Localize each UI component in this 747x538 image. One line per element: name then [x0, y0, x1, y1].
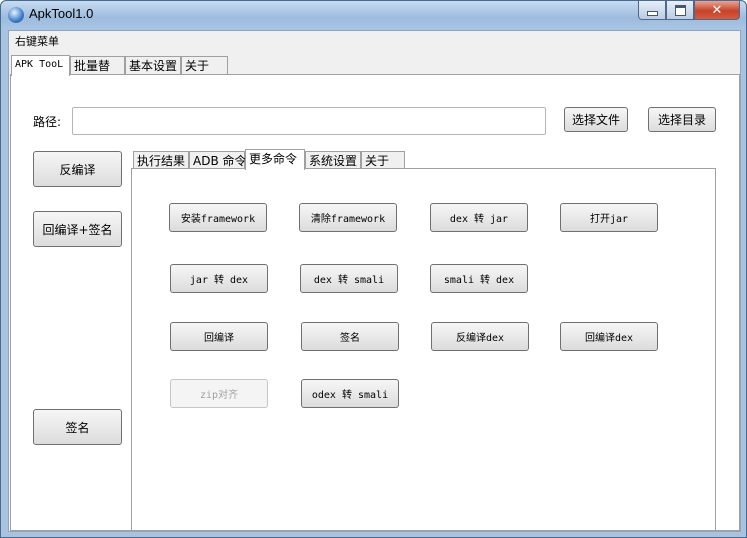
recompile-button[interactable]: 回编译 — [170, 322, 268, 351]
tab-more-commands[interactable]: 更多命令 — [245, 149, 305, 170]
path-input[interactable] — [72, 107, 546, 135]
more-commands-panel: 安装framework 清除framework dex 转 jar 打开jar … — [131, 168, 716, 531]
install-framework-button[interactable]: 安装framework — [169, 203, 267, 232]
smali-to-dex-button[interactable]: smali 转 dex — [430, 264, 528, 293]
app-window: ApkTool1.0 ✕ 右键菜单 APK TooL 批量替换 基本设置 关于 … — [0, 0, 747, 538]
tab-system-settings[interactable]: 系统设置 — [305, 151, 361, 169]
path-label: 路径: — [33, 115, 62, 129]
select-directory-button[interactable]: 选择目录 — [648, 107, 716, 132]
tab-apktool[interactable]: APK TooL — [11, 55, 70, 76]
decompile-button[interactable]: 反编译 — [33, 151, 122, 187]
title-bar[interactable]: ApkTool1.0 ✕ — [1, 1, 746, 29]
odex-to-smali-button[interactable]: odex 转 smali — [301, 379, 399, 408]
open-jar-button[interactable]: 打开jar — [560, 203, 658, 232]
jar-to-dex-button[interactable]: jar 转 dex — [170, 264, 268, 293]
decompile-dex-button[interactable]: 反编译dex — [431, 322, 529, 351]
menu-context[interactable]: 右键菜单 — [15, 33, 59, 49]
recompile-dex-button[interactable]: 回编译dex — [560, 322, 658, 351]
close-icon: ✕ — [711, 2, 723, 18]
window-title: ApkTool1.0 — [29, 6, 94, 21]
clear-framework-button[interactable]: 清除framework — [299, 203, 397, 232]
client-area: 右键菜单 APK TooL 批量替换 基本设置 关于 路径: 选择文件 选择目录… — [8, 30, 741, 532]
sign-command-button[interactable]: 签名 — [301, 322, 399, 351]
minimize-button[interactable] — [638, 1, 666, 20]
tab-about[interactable]: 关于 — [181, 56, 228, 74]
menu-bar: 右键菜单 — [9, 31, 740, 49]
app-icon — [8, 7, 24, 23]
minimize-icon — [646, 10, 658, 16]
sign-button[interactable]: 签名 — [33, 409, 122, 445]
close-button[interactable]: ✕ — [694, 1, 740, 20]
dex-to-jar-button[interactable]: dex 转 jar — [430, 203, 528, 232]
dex-to-smali-button[interactable]: dex 转 smali — [300, 264, 398, 293]
apktool-page: 路径: 选择文件 选择目录 反编译 回编译+签名 签名 执行结果 ADB 命令 … — [10, 74, 740, 531]
tab-inner-about[interactable]: 关于 — [361, 151, 405, 169]
zip-align-button[interactable]: zip对齐 — [170, 379, 268, 408]
maximize-button[interactable] — [666, 1, 694, 20]
tab-batch-replace[interactable]: 批量替换 — [70, 56, 125, 91]
tab-basic-settings[interactable]: 基本设置 — [125, 56, 181, 74]
tab-execution-result[interactable]: 执行结果 — [133, 151, 189, 169]
tab-adb-commands[interactable]: ADB 命令 — [189, 151, 247, 169]
maximize-icon — [674, 4, 686, 16]
select-file-button[interactable]: 选择文件 — [564, 107, 628, 132]
recompile-sign-button[interactable]: 回编译+签名 — [33, 211, 122, 247]
